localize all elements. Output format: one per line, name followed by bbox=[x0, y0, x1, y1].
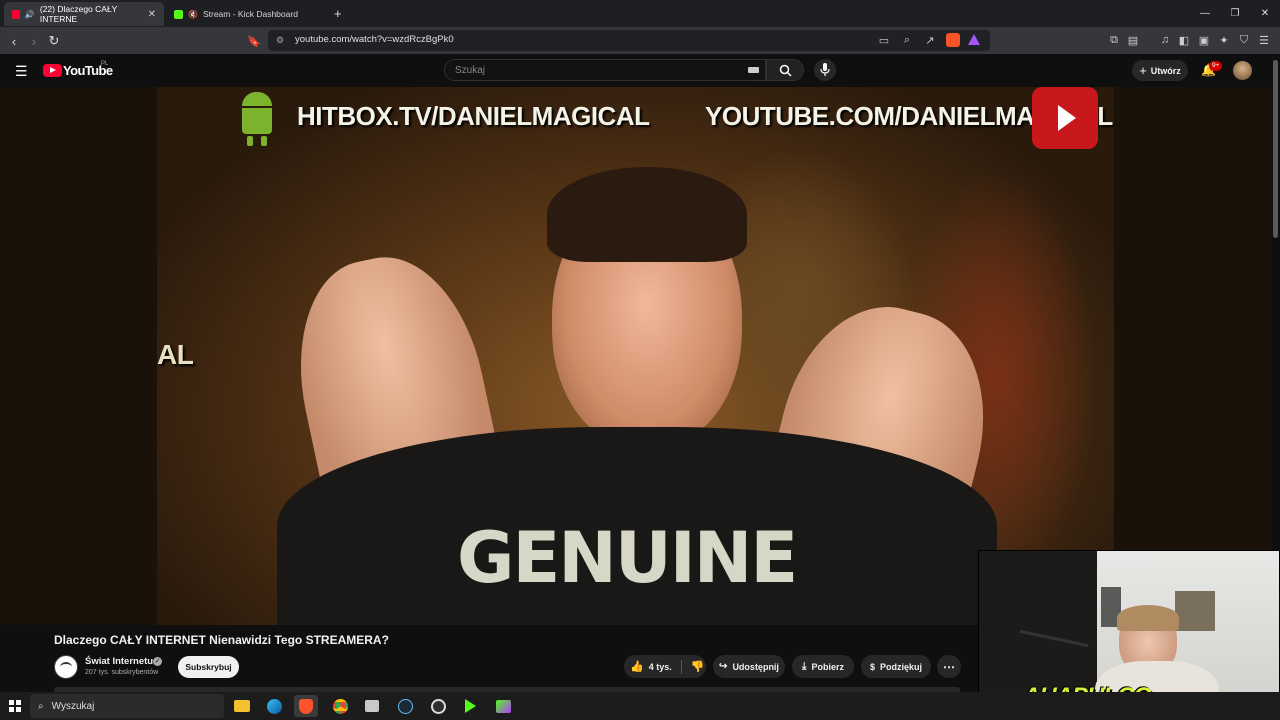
share-icon: ↪ bbox=[719, 661, 728, 672]
minimize-icon[interactable]: — bbox=[1190, 0, 1220, 27]
url-text[interactable]: youtube.com/watch?v=wzdRczBgPk0 bbox=[295, 34, 454, 45]
taskbar-search-label: Wyszukaj bbox=[51, 700, 95, 712]
like-icon[interactable]: 👍 bbox=[630, 660, 644, 673]
person-hair bbox=[547, 167, 747, 262]
microphone-icon bbox=[820, 63, 830, 76]
avatar[interactable] bbox=[1233, 61, 1252, 80]
create-button[interactable]: + Utwórz bbox=[1132, 60, 1188, 81]
video-frame[interactable]: HITBOX.TV/DANIELMAGICAL YOUTUBE.COM/DANI… bbox=[157, 87, 1114, 625]
reload-icon[interactable]: ↻ bbox=[44, 31, 64, 51]
youtube-play-logo-icon bbox=[1032, 87, 1098, 149]
streaming-app-icon[interactable] bbox=[491, 695, 515, 717]
streamer-hair bbox=[1117, 605, 1179, 631]
close-window-icon[interactable]: ✕ bbox=[1250, 0, 1280, 27]
more-actions-icon[interactable]: ⋯ bbox=[937, 655, 961, 678]
thanks-label: Podziękuj bbox=[880, 661, 923, 672]
like-dislike-group: 👍 4 tys. 👎 bbox=[624, 655, 706, 678]
close-tab-icon[interactable]: ✕ bbox=[148, 9, 156, 20]
file-explorer-icon[interactable] bbox=[230, 695, 254, 717]
channel-name[interactable]: Świat Internetu bbox=[85, 656, 153, 667]
zoom-icon[interactable]: ⌕ bbox=[899, 32, 915, 48]
edge-text: AL bbox=[157, 339, 194, 370]
media-icon[interactable]: ♫ bbox=[1157, 32, 1173, 48]
search-icon: ⌕ bbox=[38, 700, 44, 712]
tab-label: Stream - Kick Dashboard bbox=[202, 9, 298, 19]
chrome-icon[interactable] bbox=[328, 695, 352, 717]
share-button[interactable]: ↪ Udostępnij bbox=[713, 655, 785, 678]
region-code: PL bbox=[101, 61, 109, 67]
speaker-icon[interactable]: 🔊 bbox=[25, 10, 35, 19]
cast-icon[interactable]: ▭ bbox=[876, 32, 892, 48]
scrollbar-thumb[interactable] bbox=[1273, 60, 1278, 238]
share-label: Udostępnij bbox=[732, 661, 779, 672]
share-page-icon[interactable]: ↗ bbox=[922, 32, 938, 48]
steam-icon[interactable] bbox=[393, 695, 417, 717]
menu-icon[interactable]: ☰ bbox=[1256, 32, 1272, 48]
shirt-text: GENUINE bbox=[457, 517, 798, 599]
tab-youtube[interactable]: 🔊 (22) Dlaczego CAŁY INTERNE ✕ bbox=[4, 2, 164, 26]
new-tab-button[interactable]: + bbox=[334, 6, 342, 21]
back-icon[interactable]: ‹ bbox=[4, 31, 24, 51]
subscriber-count: 207 tys. subskrybentów bbox=[85, 669, 159, 676]
windows-start-icon[interactable] bbox=[9, 700, 21, 712]
download-icon: ⤓ bbox=[802, 661, 807, 672]
sidebar-icon[interactable]: ◧ bbox=[1176, 32, 1192, 48]
create-label: Utwórz bbox=[1150, 65, 1181, 76]
wallet-icon[interactable]: ▣ bbox=[1196, 32, 1212, 48]
thanks-icon: $ bbox=[869, 661, 875, 672]
android-logo-icon bbox=[237, 92, 277, 147]
like-count[interactable]: 4 tys. bbox=[649, 662, 672, 672]
vpn-icon[interactable]: ⛉ bbox=[1236, 32, 1252, 48]
brave-icon[interactable] bbox=[294, 695, 318, 717]
like-divider bbox=[680, 659, 682, 674]
reader-icon[interactable]: ▤ bbox=[1125, 32, 1141, 48]
site-info-icon[interactable]: ⚙ bbox=[276, 35, 284, 46]
microphone-arm bbox=[1019, 629, 1089, 648]
bookmark-icon[interactable]: 🔖 bbox=[244, 31, 264, 51]
voice-search-button[interactable] bbox=[814, 59, 836, 81]
search-icon bbox=[779, 64, 792, 77]
tab-kick-dashboard[interactable]: 🔇 Stream - Kick Dashboard bbox=[166, 2, 326, 26]
muted-speaker-icon[interactable]: 🔇 bbox=[188, 10, 198, 19]
verified-icon: ✓ bbox=[153, 657, 162, 666]
thanks-button[interactable]: $ Podziękuj bbox=[861, 655, 931, 678]
hamburger-menu-icon[interactable]: ☰ bbox=[15, 63, 28, 80]
plus-icon: + bbox=[1139, 63, 1147, 78]
brave-shields-icon[interactable] bbox=[946, 33, 960, 47]
search-input[interactable]: Szukaj bbox=[444, 59, 766, 81]
webcam-picture-frame bbox=[1175, 591, 1215, 631]
forward-icon[interactable]: › bbox=[24, 31, 44, 51]
tab-label: (22) Dlaczego CAŁY INTERNE bbox=[39, 4, 118, 24]
search-button[interactable] bbox=[766, 59, 804, 81]
brave-rewards-icon[interactable] bbox=[968, 34, 980, 45]
notifications-badge: 9+ bbox=[1209, 61, 1223, 71]
taskbar-search[interactable]: ⌕ Wyszukaj bbox=[30, 694, 224, 718]
subscribe-button[interactable]: Subskrybuj bbox=[178, 656, 239, 678]
restore-icon[interactable]: ❐ bbox=[1220, 0, 1250, 27]
youtube-favicon-icon bbox=[12, 9, 20, 19]
dislike-icon[interactable]: 👎 bbox=[691, 660, 705, 673]
video-title: Dlaczego CAŁY INTERNET Nienawidzi Tego S… bbox=[54, 633, 389, 647]
extensions-icon[interactable]: ⧉ bbox=[1106, 32, 1122, 48]
kick-favicon-icon bbox=[174, 9, 183, 19]
keyboard-icon[interactable] bbox=[748, 67, 759, 73]
app-icon[interactable] bbox=[360, 695, 384, 717]
channel-avatar[interactable] bbox=[54, 655, 78, 679]
hitbox-url-text: HITBOX.TV/DANIELMAGICAL bbox=[297, 101, 650, 131]
youtube-logo-icon[interactable] bbox=[43, 64, 62, 77]
media-player-icon[interactable] bbox=[458, 695, 482, 717]
obs-icon[interactable] bbox=[426, 695, 450, 717]
edge-icon[interactable] bbox=[262, 695, 286, 717]
download-label: Pobierz bbox=[811, 661, 844, 672]
download-button[interactable]: ⤓ Pobierz bbox=[792, 655, 854, 678]
leo-ai-icon[interactable]: ✦ bbox=[1216, 32, 1232, 48]
